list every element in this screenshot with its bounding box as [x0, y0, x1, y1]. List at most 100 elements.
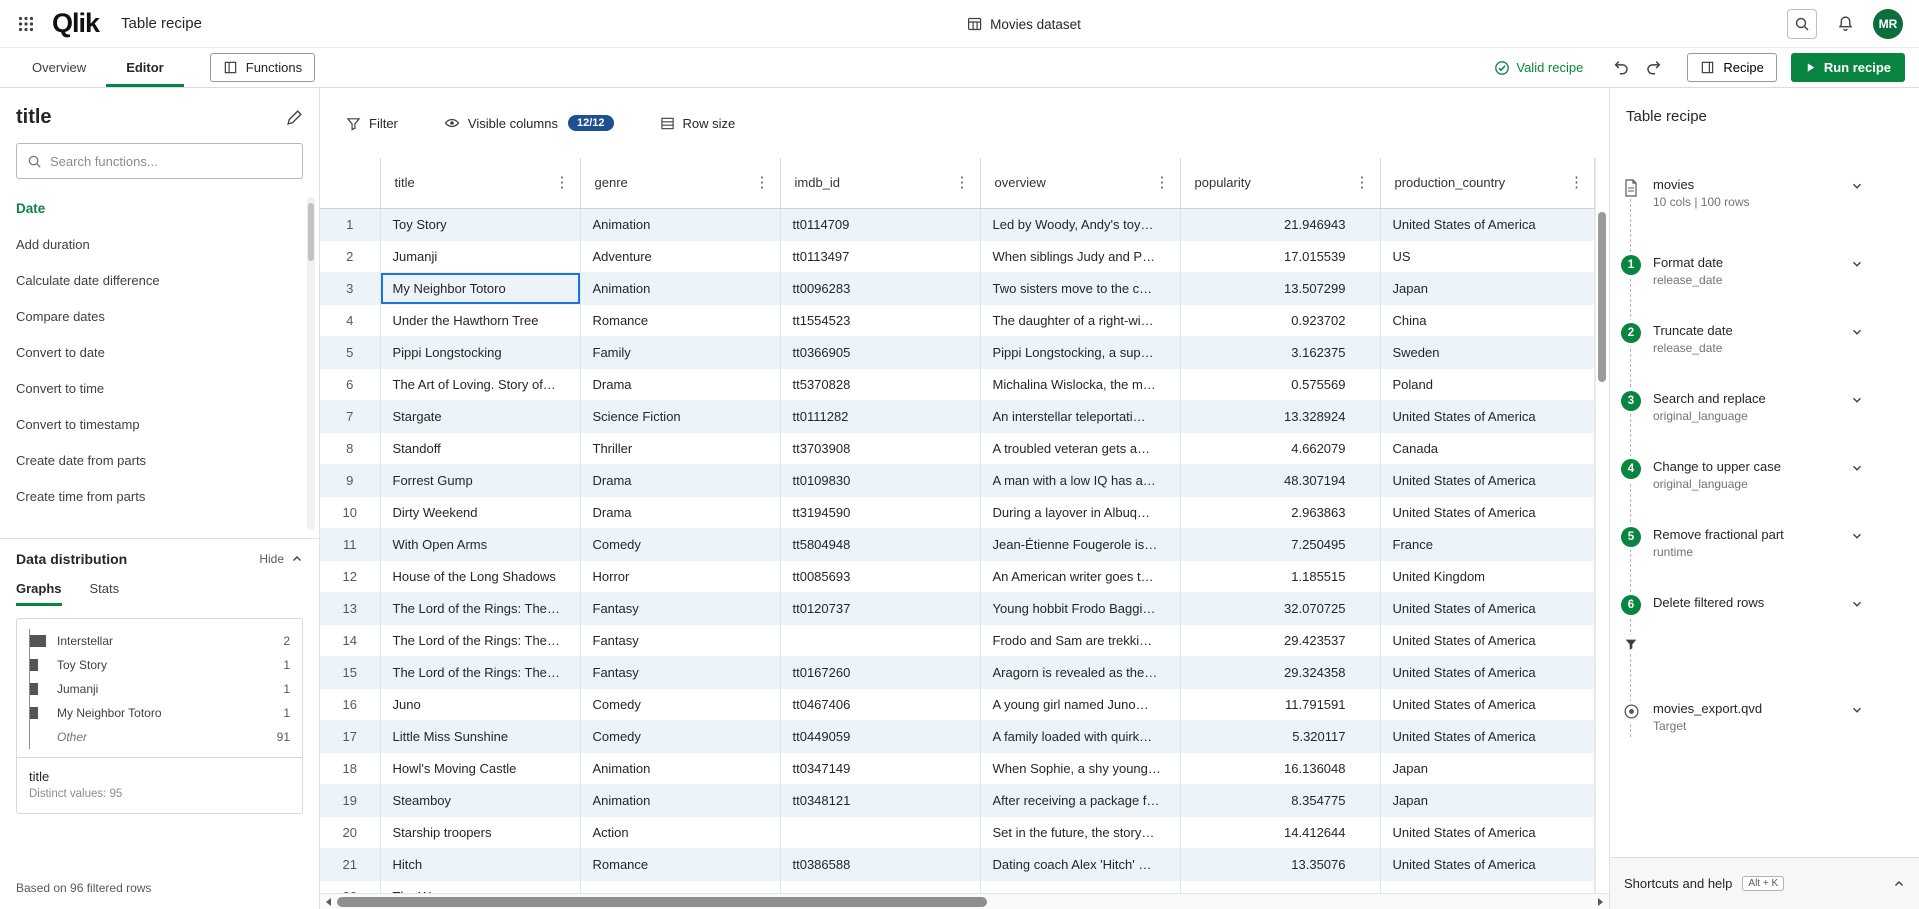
cell-production-country[interactable]: France: [1380, 528, 1595, 560]
cell-production-country[interactable]: United States of America: [1380, 208, 1595, 240]
row-number[interactable]: 7: [320, 400, 380, 432]
scrollbar-thumb[interactable]: [1598, 212, 1606, 382]
cell-production-country[interactable]: United States of America: [1380, 720, 1595, 752]
cell-overview[interactable]: A troubled veteran gets a…: [980, 432, 1180, 464]
cell-title[interactable]: Steamboy: [380, 784, 580, 816]
cell-imdb-id[interactable]: tt0348121: [780, 784, 980, 816]
cell-overview[interactable]: Dating coach Alex 'Hitch' …: [980, 848, 1180, 880]
edit-field-button[interactable]: [286, 109, 303, 126]
cell-production-country[interactable]: United Kingdom: [1380, 560, 1595, 592]
cell-production-country[interactable]: [1380, 880, 1595, 893]
chevron-down-icon[interactable]: [1851, 177, 1863, 192]
row-size-button[interactable]: Row size: [660, 116, 736, 131]
scrollbar-thumb[interactable]: [308, 203, 314, 261]
recipe-step[interactable]: 4Change to upper caseoriginal_language: [1621, 459, 1863, 491]
chevron-down-icon[interactable]: [1851, 595, 1863, 610]
cell-genre[interactable]: Animation: [580, 208, 780, 240]
function-list-item[interactable]: Convert to timestamp: [0, 406, 319, 442]
cell-imdb-id[interactable]: tt0113497: [780, 240, 980, 272]
row-number[interactable]: 3: [320, 272, 380, 304]
cell-imdb-id[interactable]: tt0096283: [780, 272, 980, 304]
cell-popularity[interactable]: 0.923702: [1180, 304, 1380, 336]
cell-title[interactable]: House of the Long Shadows: [380, 560, 580, 592]
cell-popularity[interactable]: 11.791591: [1180, 688, 1380, 720]
column-header-genre[interactable]: genre⋮: [580, 158, 780, 208]
column-menu-icon[interactable]: ⋮: [955, 175, 970, 190]
cell-genre[interactable]: Animation: [580, 752, 780, 784]
cell-production-country[interactable]: United States of America: [1380, 816, 1595, 848]
cell-production-country[interactable]: United States of America: [1380, 624, 1595, 656]
cell-title[interactable]: The Lord of the Rings: The…: [380, 592, 580, 624]
row-number[interactable]: 6: [320, 368, 380, 400]
cell-genre[interactable]: Science Fiction: [580, 400, 780, 432]
column-header-overview[interactable]: overview⋮: [980, 158, 1180, 208]
user-avatar[interactable]: MR: [1873, 9, 1903, 39]
cell-imdb-id[interactable]: tt0111282: [780, 400, 980, 432]
cell-genre[interactable]: Animation: [580, 784, 780, 816]
run-recipe-button[interactable]: Run recipe: [1791, 53, 1905, 82]
cell-overview[interactable]: Jean-Étienne Fougerole is…: [980, 528, 1180, 560]
function-list-item[interactable]: Convert to date: [0, 334, 319, 370]
cell-popularity[interactable]: 5.320117: [1180, 720, 1380, 752]
cell-overview[interactable]: Two sisters move to the c…: [980, 272, 1180, 304]
column-menu-icon[interactable]: ⋮: [1155, 175, 1170, 190]
tab-overview[interactable]: Overview: [12, 48, 106, 87]
cell-popularity[interactable]: 13.507299: [1180, 272, 1380, 304]
cell-title[interactable]: The Lord of the Rings: The…: [380, 624, 580, 656]
recipe-target[interactable]: movies_export.qvd Target: [1621, 701, 1863, 733]
cell-overview[interactable]: An interstellar teleportati…: [980, 400, 1180, 432]
cell-imdb-id[interactable]: tt0114709: [780, 208, 980, 240]
cell-overview[interactable]: A family loaded with quirk…: [980, 720, 1180, 752]
chevron-down-icon[interactable]: [1851, 323, 1863, 338]
cell-popularity[interactable]: 32.070725: [1180, 592, 1380, 624]
cell-popularity[interactable]: 4.662079: [1180, 432, 1380, 464]
cell-overview[interactable]: Young hobbit Frodo Baggi…: [980, 592, 1180, 624]
cell-imdb-id[interactable]: tt0467406: [780, 688, 980, 720]
chevron-down-icon[interactable]: [1851, 459, 1863, 474]
cell-popularity[interactable]: 13.35076: [1180, 848, 1380, 880]
column-header-imdb_id[interactable]: imdb_id⋮: [780, 158, 980, 208]
cell-popularity[interactable]: 16.136048: [1180, 752, 1380, 784]
cell-title[interactable]: Juno: [380, 688, 580, 720]
cell-genre[interactable]: Thriller: [580, 432, 780, 464]
cell-overview[interactable]: The daughter of a right-wi…: [980, 304, 1180, 336]
function-list-item[interactable]: Calculate date difference: [0, 262, 319, 298]
cell-imdb-id[interactable]: tt0449059: [780, 720, 980, 752]
row-number[interactable]: 4: [320, 304, 380, 336]
cell-genre[interactable]: Family: [580, 336, 780, 368]
recipe-step[interactable]: 3Search and replaceoriginal_language: [1621, 391, 1863, 423]
cell-overview[interactable]: When siblings Judy and P…: [980, 240, 1180, 272]
cell-genre[interactable]: Adventure: [580, 240, 780, 272]
cell-production-country[interactable]: United States of America: [1380, 464, 1595, 496]
function-list-item[interactable]: Add duration: [0, 226, 319, 262]
cell-production-country[interactable]: Canada: [1380, 432, 1595, 464]
cell-title[interactable]: Standoff: [380, 432, 580, 464]
function-list-item[interactable]: Create date from parts: [0, 442, 319, 478]
scroll-left-arrow[interactable]: [326, 898, 331, 906]
cell-title[interactable]: Pippi Longstocking: [380, 336, 580, 368]
horizontal-scrollbar[interactable]: [320, 893, 1609, 909]
chevron-down-icon[interactable]: [1851, 255, 1863, 270]
function-list-scrollbar[interactable]: [307, 197, 315, 530]
cell-popularity[interactable]: 7.250495: [1180, 528, 1380, 560]
recipe-step[interactable]: 1Format daterelease_date: [1621, 255, 1863, 287]
cell-genre[interactable]: Drama: [580, 464, 780, 496]
cell-title[interactable]: Toy Story: [380, 208, 580, 240]
hide-distribution-button[interactable]: Hide: [259, 552, 303, 566]
tab-editor[interactable]: Editor: [106, 48, 184, 87]
undo-button[interactable]: [1607, 54, 1635, 82]
cell-imdb-id[interactable]: [780, 880, 980, 893]
cell-title[interactable]: The Art of Loving. Story of…: [380, 368, 580, 400]
cell-title[interactable]: Starship troopers: [380, 816, 580, 848]
cell-imdb-id[interactable]: [780, 624, 980, 656]
cell-imdb-id[interactable]: tt0120737: [780, 592, 980, 624]
cell-title[interactable]: The Lord of the Rings: The…: [380, 656, 580, 688]
cell-popularity[interactable]: 14.412644: [1180, 816, 1380, 848]
cell-popularity[interactable]: 13.328924: [1180, 400, 1380, 432]
row-number[interactable]: 19: [320, 784, 380, 816]
cell-popularity[interactable]: 29.324358: [1180, 656, 1380, 688]
column-menu-icon[interactable]: ⋮: [555, 175, 570, 190]
vertical-scrollbar[interactable]: [1595, 158, 1609, 893]
cell-title[interactable]: My Neighbor Totoro: [380, 272, 580, 304]
cell-overview[interactable]: A man with a low IQ has a…: [980, 464, 1180, 496]
